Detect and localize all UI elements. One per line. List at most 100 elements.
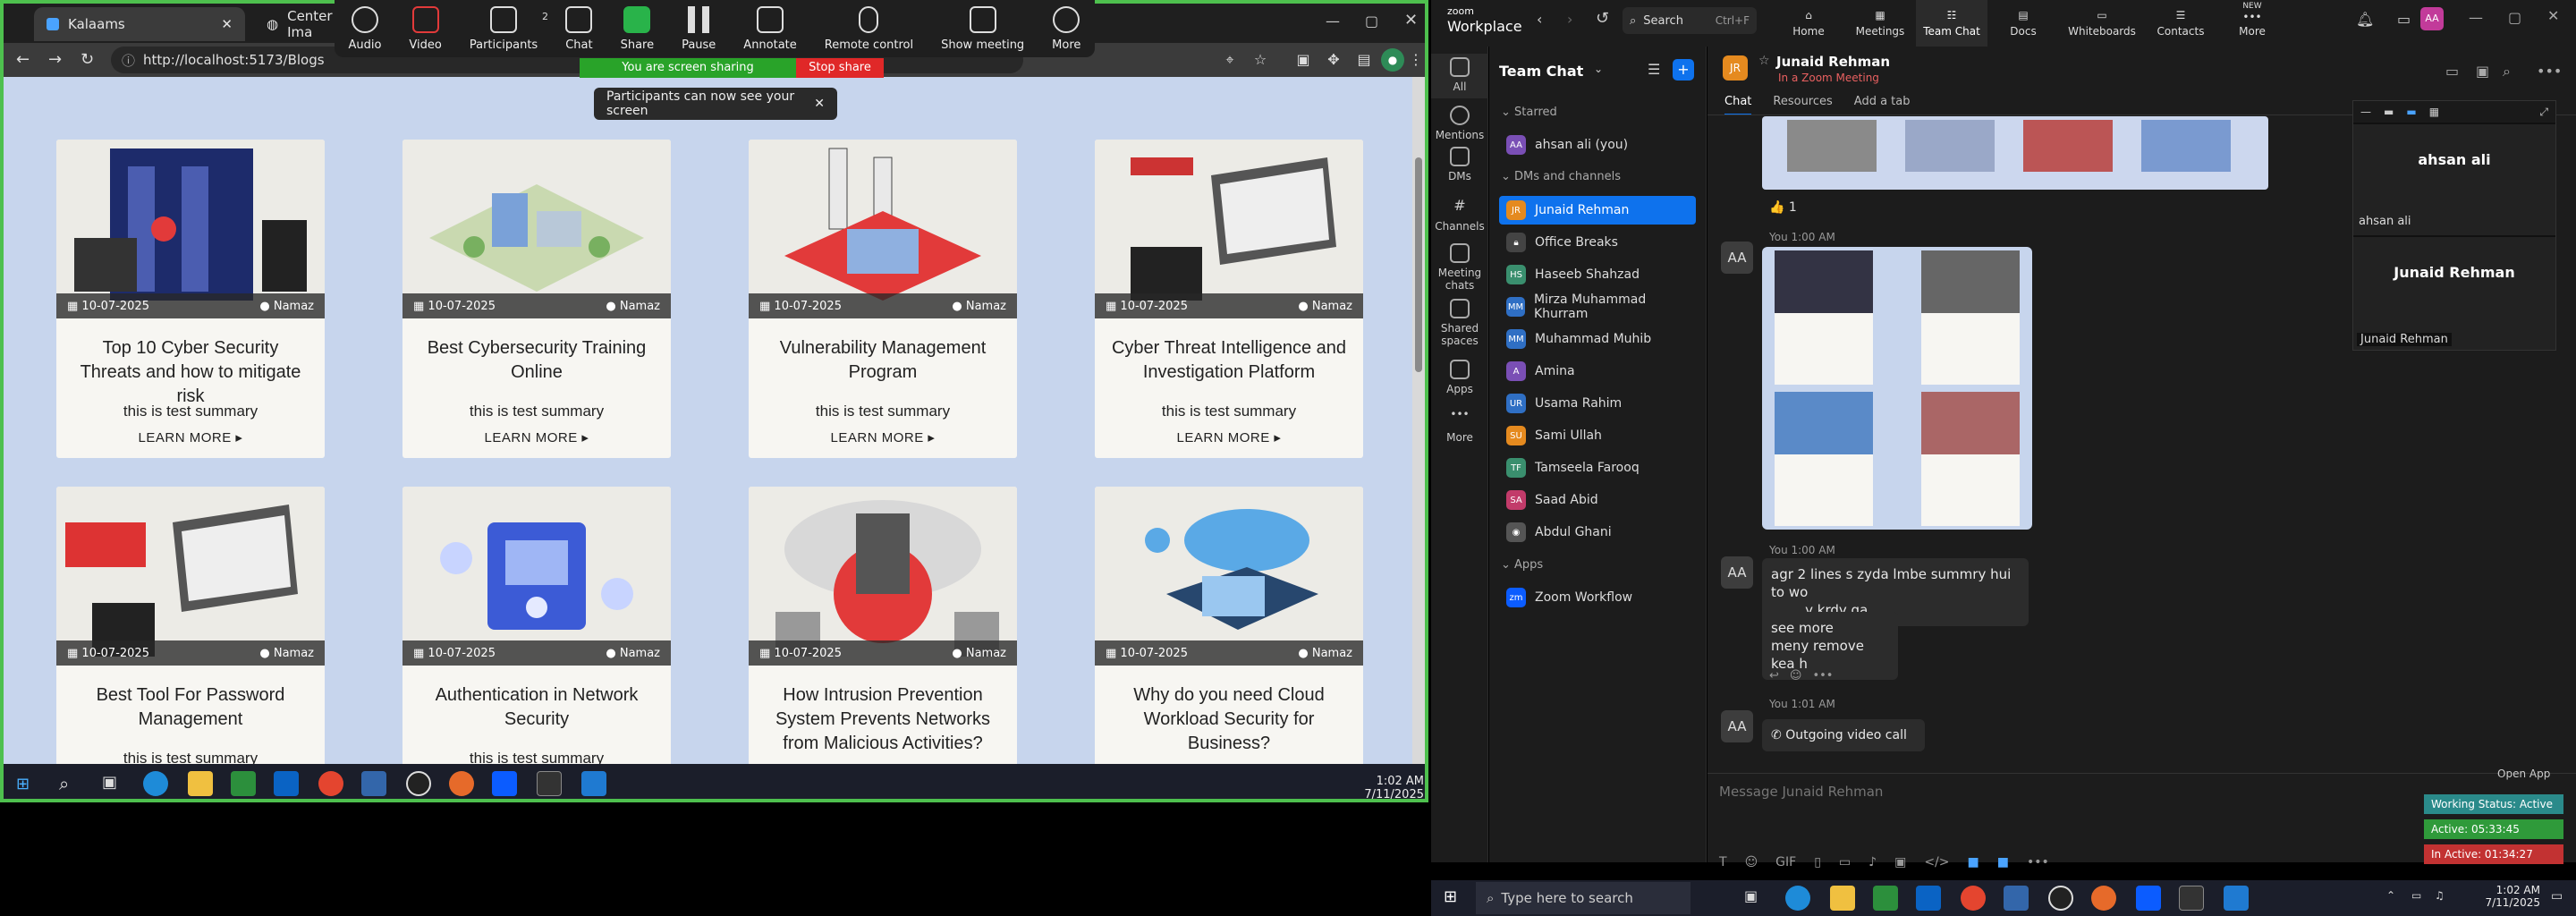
reload-icon[interactable]: ↻ <box>80 50 94 69</box>
blog-title[interactable]: Cyber Threat Intelligence and Investigat… <box>1095 318 1363 397</box>
app-icon[interactable]: ■ <box>1997 855 2009 869</box>
app-icon[interactable] <box>2048 886 2073 911</box>
windows-start-icon[interactable]: ⊞ <box>16 775 30 793</box>
store-icon[interactable] <box>1873 886 1898 911</box>
store-icon[interactable] <box>231 771 256 796</box>
vscode-icon[interactable] <box>581 771 606 796</box>
blog-title[interactable]: Authentication in Network Security <box>402 666 671 744</box>
gallery-icon[interactable]: ▦ <box>2429 106 2439 118</box>
task-view-icon[interactable]: ▣ <box>1744 887 1758 904</box>
remote-control-button[interactable]: Remote control <box>825 6 913 52</box>
message-input[interactable] <box>1719 778 2345 805</box>
section-apps[interactable]: ⌄ Apps <box>1501 558 1543 572</box>
task-view-icon[interactable]: ▣ <box>102 773 117 792</box>
video-button[interactable]: Video <box>409 6 442 52</box>
tab-resources[interactable]: Resources <box>1773 95 1832 115</box>
postman-icon[interactable] <box>2091 886 2116 911</box>
blog-card[interactable]: ▦ 10-07-2025 ● Namaz Authentication in Ne… <box>402 487 671 764</box>
new-chat-button[interactable]: + <box>1673 59 1694 81</box>
nav-more[interactable]: NEW ••• More <box>2216 0 2288 47</box>
rail-mentions[interactable]: Mentions <box>1431 106 1488 141</box>
section-dms[interactable]: ⌄ DMs and channels <box>1501 170 1621 183</box>
nav-docs[interactable]: ▤ Docs <box>1987 0 2059 47</box>
speaker-view-icon[interactable]: ▬ <box>2384 106 2394 118</box>
terminal-icon[interactable] <box>2179 886 2204 911</box>
list-item[interactable]: 🔒︎ Office Breaks <box>1499 228 1696 257</box>
blog-title[interactable]: How Intrusion Prevention System Prevents… <box>749 666 1017 753</box>
nav-contacts[interactable]: ☰ Contacts <box>2145 0 2216 47</box>
app-icon[interactable] <box>361 771 386 796</box>
rail-shared-spaces[interactable]: Shared spaces <box>1431 299 1488 347</box>
terminal-icon[interactable] <box>537 771 562 796</box>
participant-tile[interactable]: ahsan ali ahsan ali <box>2353 124 2555 235</box>
expand-icon[interactable]: ⤢ <box>2539 106 2548 119</box>
emoji-icon[interactable]: ☺ <box>1745 855 1758 869</box>
list-item[interactable]: A Amina <box>1499 357 1696 386</box>
star-icon[interactable]: ☆ <box>1758 54 1770 68</box>
learn-more-link[interactable]: LEARN MORE ▸ <box>749 429 1017 445</box>
search-icon[interactable]: ⌕ <box>2503 63 2511 81</box>
blog-title[interactable]: Best Tool For Password Management <box>56 666 325 744</box>
minimize-icon[interactable]: — <box>2469 9 2483 26</box>
back-icon[interactable]: ‹ <box>1537 11 1542 28</box>
edge-icon[interactable] <box>1785 886 1810 911</box>
call-bubble[interactable]: ✆ Outgoing video call <box>1762 719 1925 751</box>
video-message-icon[interactable]: ▣ <box>1894 855 1906 869</box>
image-message[interactable] <box>1762 247 2032 530</box>
back-icon[interactable]: ← <box>16 50 30 69</box>
history-icon[interactable]: ↺ <box>1596 9 1609 28</box>
list-item[interactable]: TF Tamseela Farooq <box>1499 454 1696 482</box>
taskbar-search[interactable]: ⌕ Type here to search <box>1476 882 1690 914</box>
network-icon[interactable]: ▭ <box>2411 889 2421 902</box>
nav-home[interactable]: ⌂ Home <box>1773 0 1844 47</box>
location-icon[interactable]: ⌖ <box>1218 48 1241 72</box>
format-icon[interactable]: T <box>1719 855 1727 869</box>
tab-add[interactable]: Add a tab <box>1854 95 1911 115</box>
share-button[interactable]: Share <box>621 6 654 52</box>
windows-start-icon[interactable]: ⊞ <box>1444 887 1457 906</box>
list-item[interactable]: SU Sami Ullah <box>1499 421 1696 450</box>
screen-icon[interactable]: ▣ <box>2476 63 2489 80</box>
rail-all[interactable]: All <box>1431 54 1488 98</box>
gif-icon[interactable]: GIF <box>1775 855 1796 869</box>
blog-title[interactable]: Why do you need Cloud Workload Security … <box>1095 666 1363 753</box>
list-item[interactable]: UR Usama Rahim <box>1499 389 1696 418</box>
learn-more-link[interactable]: LEARN MORE ▸ <box>56 429 325 445</box>
open-app-link[interactable]: Open App <box>2497 768 2550 780</box>
puzzle-icon[interactable]: ✥ <box>1322 48 1345 72</box>
rail-more[interactable]: ••• More <box>1431 408 1488 444</box>
section-starred[interactable]: ⌄ Starred <box>1501 106 1557 119</box>
participants-button[interactable]: Participants <box>470 6 538 52</box>
strip-view-icon[interactable]: ▬ <box>2406 106 2416 118</box>
blog-card[interactable]: ▦ 10-07-2025 ● Namaz Top 10 Cyber Securit… <box>56 140 325 458</box>
more-button[interactable]: More <box>1052 6 1080 52</box>
zoom-taskbar-icon[interactable] <box>2136 886 2161 911</box>
list-item[interactable]: MM Muhammad Muhib <box>1499 325 1696 353</box>
more-icon[interactable]: ••• <box>2027 855 2049 869</box>
list-item[interactable]: AA ahsan ali (you) <box>1499 131 1696 159</box>
emoji-icon[interactable]: ☺ <box>1790 669 1802 683</box>
pause-button[interactable]: Pause <box>682 6 716 52</box>
nav-whiteboards[interactable]: ▭ Whiteboards <box>2059 0 2145 47</box>
participant-tile[interactable]: Junaid Rehman Junaid Rehman <box>2353 237 2555 350</box>
close-icon[interactable]: ✕ <box>814 97 825 111</box>
reaction-badge[interactable]: 👍 1 <box>1769 200 1797 215</box>
more-icon[interactable]: ••• <box>1812 669 1833 683</box>
list-item[interactable]: ◉ Abdul Ghani <box>1499 518 1696 547</box>
maximize-icon[interactable]: ▢ <box>1365 13 1378 30</box>
code-icon[interactable]: </> <box>1924 855 1949 869</box>
annotate-button[interactable]: Annotate <box>743 6 797 52</box>
list-item[interactable]: zm Zoom Workflow <box>1499 583 1696 612</box>
chat-button[interactable]: Chat <box>565 6 593 52</box>
edge-icon[interactable] <box>143 771 168 796</box>
blog-title[interactable]: Vulnerability Management Program <box>749 318 1017 397</box>
shared-image-preview[interactable] <box>1762 116 2268 190</box>
close-icon[interactable]: ✕ <box>1404 11 1418 30</box>
tab-kalaams[interactable]: Kalaams ✕ <box>34 7 245 41</box>
maximize-icon[interactable]: ▢ <box>2508 9 2521 26</box>
page-scrollbar[interactable] <box>1412 77 1425 764</box>
more-icon[interactable]: ••• <box>2537 63 2562 80</box>
file-icon[interactable]: ▯ <box>1814 855 1821 869</box>
reply-icon[interactable]: ↩ <box>1769 669 1779 683</box>
blog-card[interactable]: ▦ 10-07-2025 ● Namaz Best Tool For Passwo… <box>56 487 325 764</box>
